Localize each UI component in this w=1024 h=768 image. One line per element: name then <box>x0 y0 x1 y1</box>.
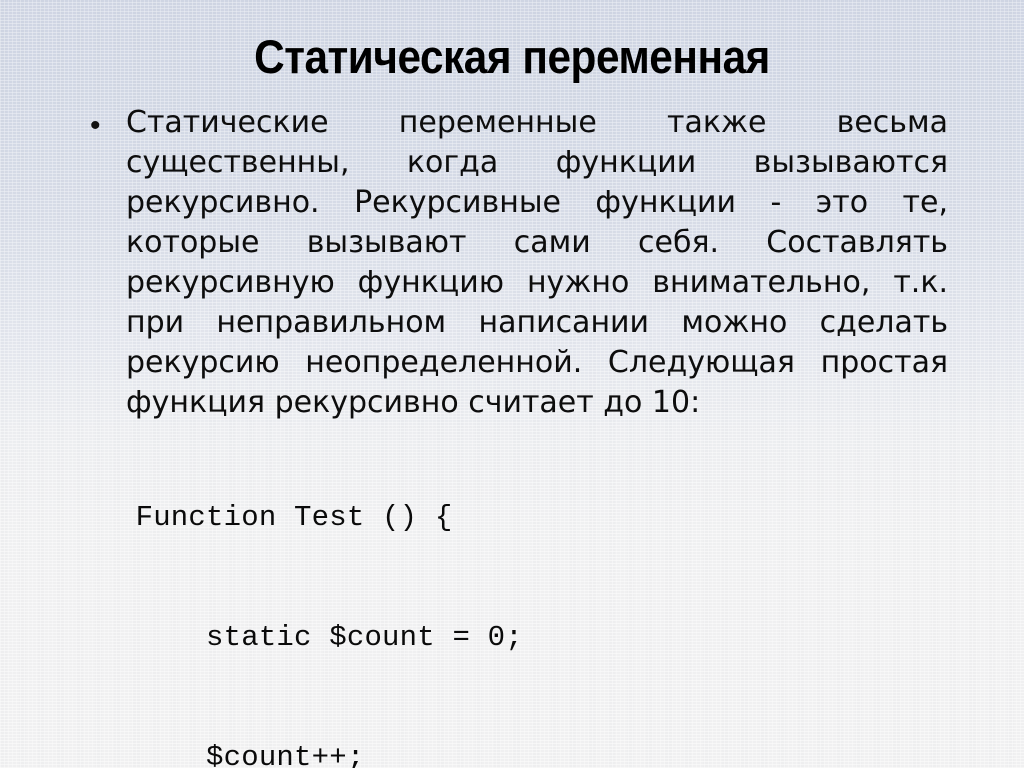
code-block: Function Test () { static $count = 0; $c… <box>118 418 978 768</box>
bullet-item-paragraph: Статические переменные также весьма суще… <box>126 105 948 420</box>
body-text-block: • Статические переменные также весьма су… <box>86 103 948 423</box>
bullet-point-icon: • <box>90 109 101 142</box>
code-line: $count++; <box>118 741 365 768</box>
slide: Статическая переменная • Статические пер… <box>0 0 1024 768</box>
page-title: Статическая переменная <box>254 30 770 83</box>
bullet-list-item: • Статические переменные также весьма су… <box>86 103 948 423</box>
slide-content: Статическая переменная • Статические пер… <box>0 0 1024 768</box>
code-line: static $count = 0; <box>118 621 523 654</box>
code-line: Function Test () { <box>118 501 453 534</box>
